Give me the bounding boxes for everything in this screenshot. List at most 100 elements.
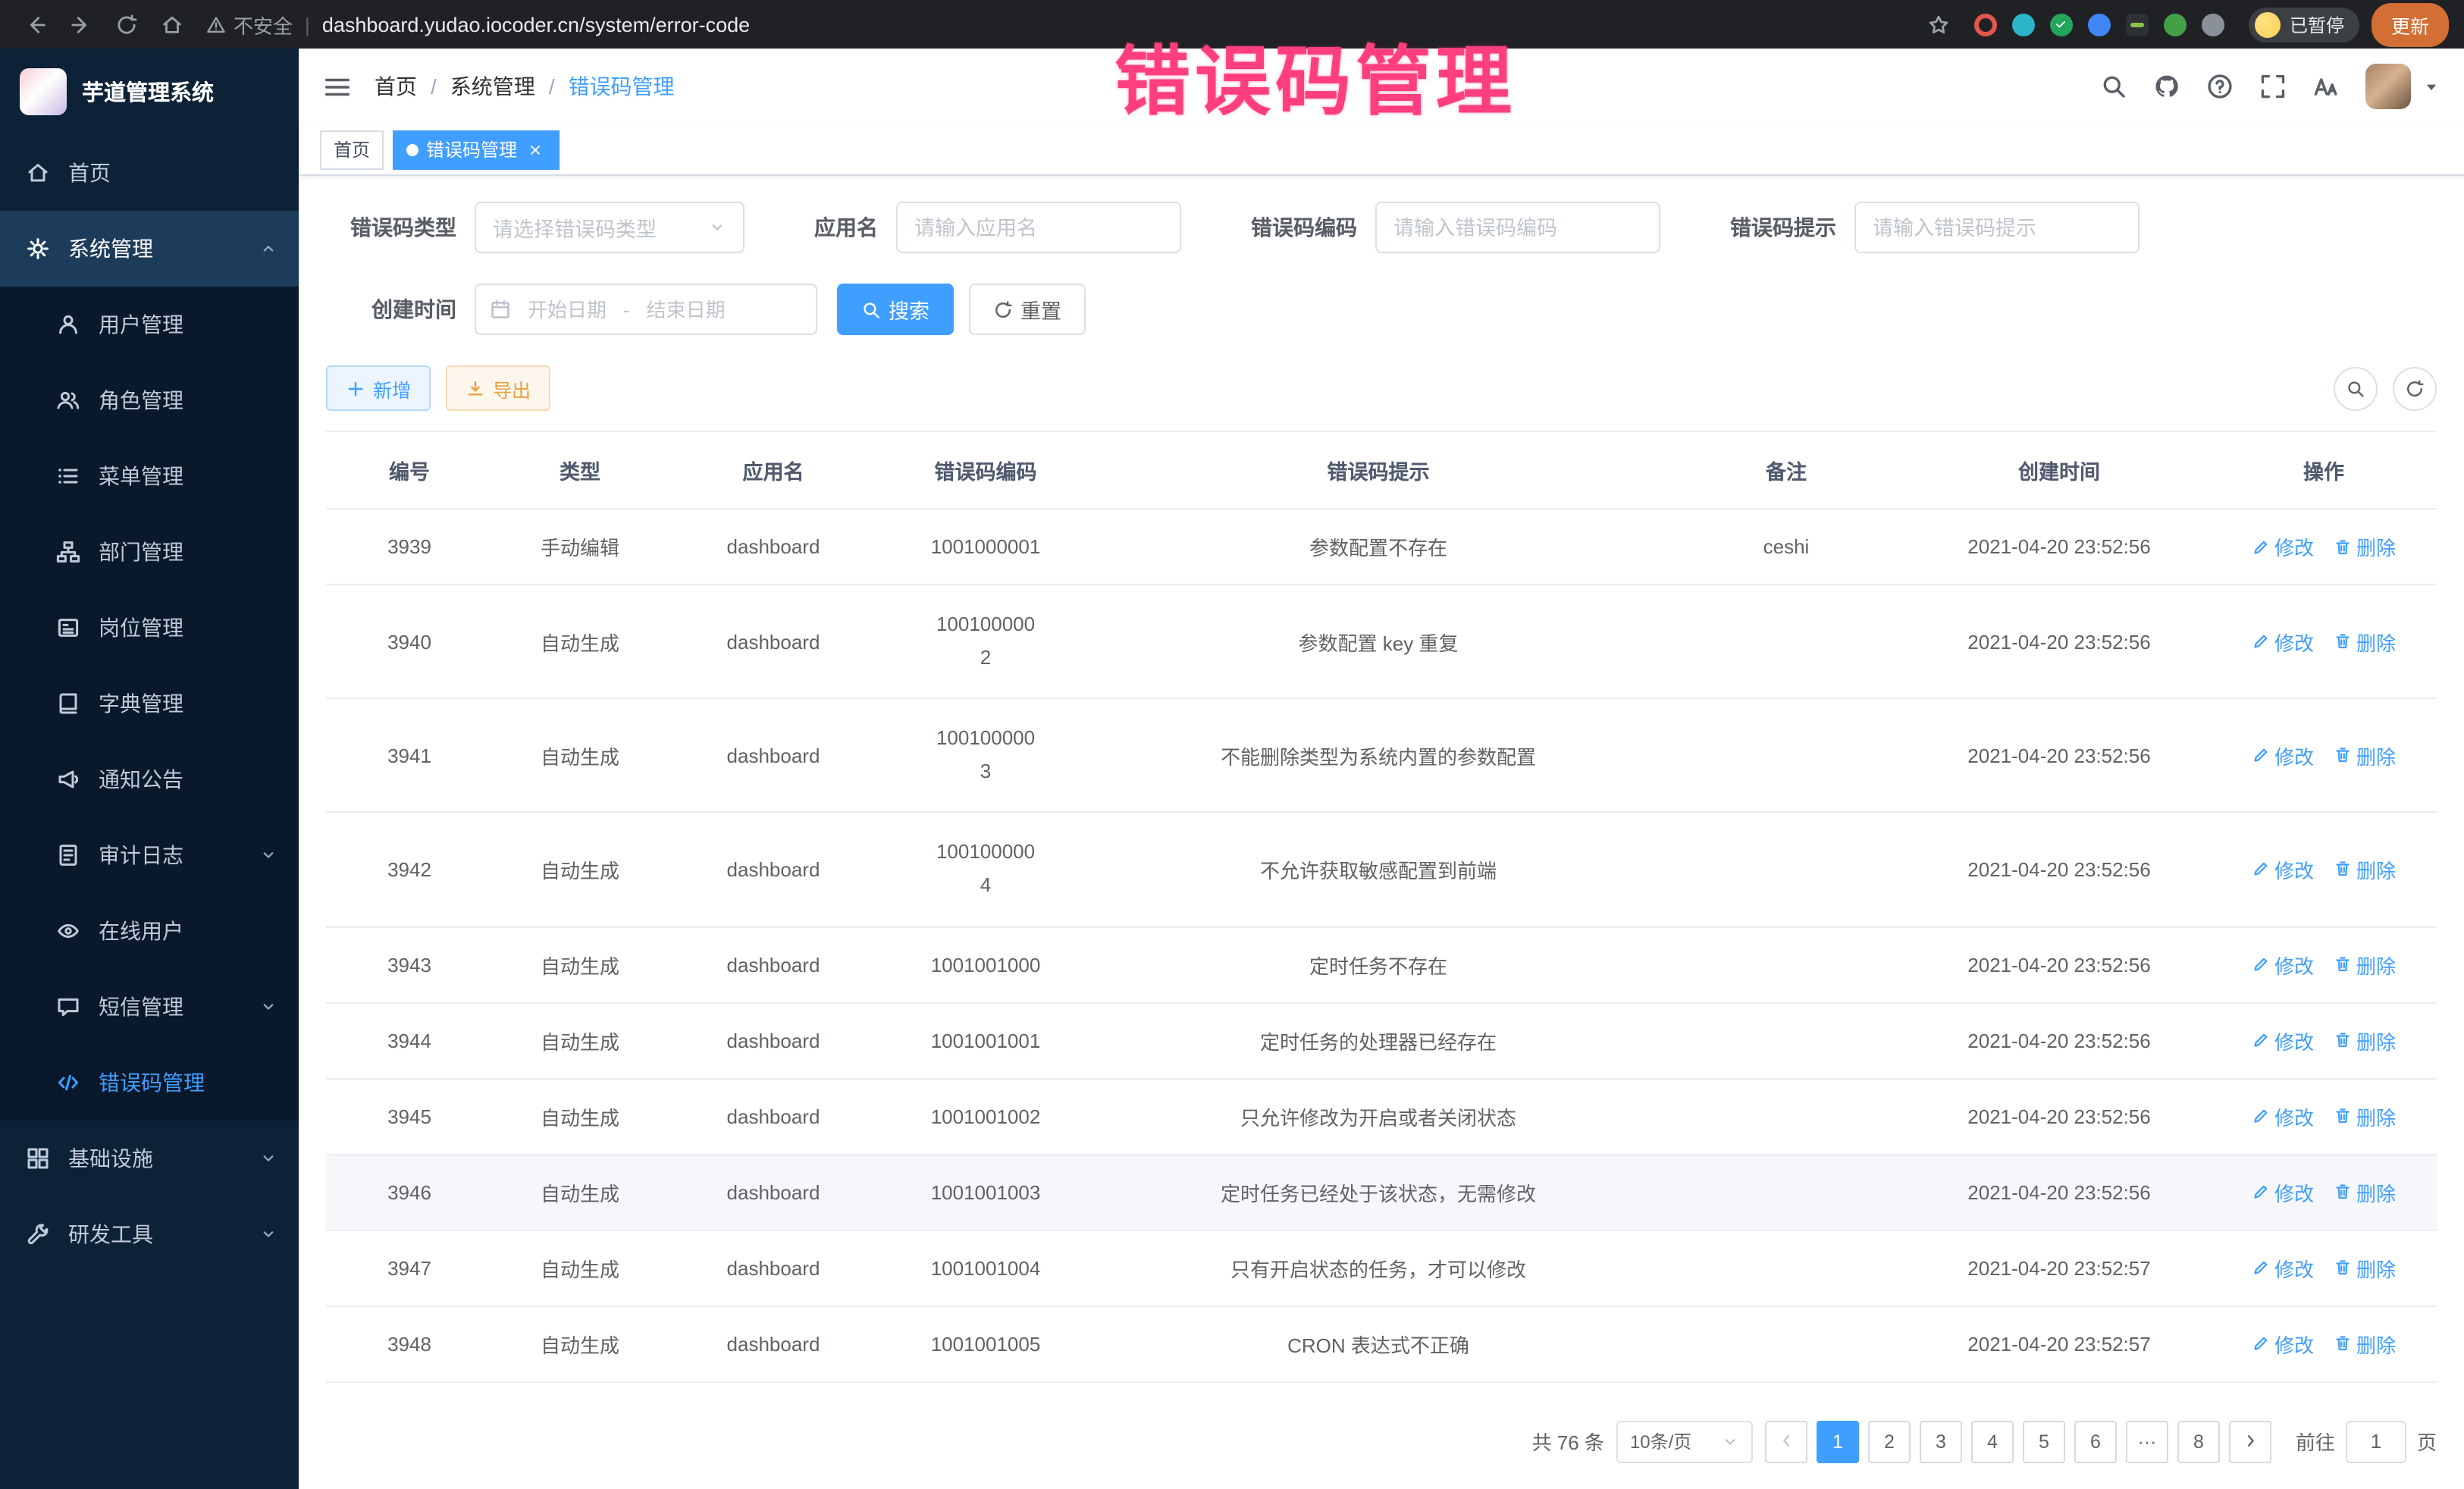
table-tools [2334, 366, 2437, 410]
date-range-picker[interactable]: - [475, 284, 817, 335]
sidebar-item-dept[interactable]: 部门管理 [0, 514, 299, 590]
breadcrumb-home[interactable]: 首页 [375, 71, 417, 102]
prev-page-button[interactable] [1765, 1420, 1807, 1462]
forward-button[interactable] [61, 5, 100, 44]
delete-button[interactable]: 删除 [2334, 855, 2396, 884]
browser-home-button[interactable] [152, 5, 191, 44]
delete-button[interactable]: 删除 [2334, 1102, 2396, 1130]
font-size-icon[interactable] [2312, 73, 2340, 100]
sidebar-item-sms[interactable]: 短信管理 [0, 969, 299, 1045]
close-icon[interactable] [525, 139, 546, 160]
delete-button[interactable]: 删除 [2334, 1329, 2396, 1358]
edit-button[interactable]: 修改 [2252, 1026, 2314, 1055]
toggle-search-button[interactable] [2334, 366, 2378, 410]
next-page-button[interactable] [2229, 1420, 2271, 1462]
delete-button[interactable]: 删除 [2334, 950, 2396, 979]
delete-button[interactable]: 删除 [2334, 627, 2396, 656]
edit-button[interactable]: 修改 [2252, 1177, 2314, 1206]
caret-down-icon[interactable] [2423, 78, 2440, 95]
goto-page-input[interactable] [2346, 1420, 2406, 1462]
extension-record-icon[interactable] [1974, 13, 1997, 36]
sidebar-item-notice[interactable]: 通知公告 [0, 741, 299, 817]
extension-pin-icon[interactable] [2202, 13, 2224, 36]
page-button-2[interactable]: 2 [1868, 1420, 1911, 1462]
fullscreen-icon[interactable] [2259, 73, 2287, 100]
end-date-input[interactable] [638, 298, 735, 321]
delete-button[interactable]: 删除 [2334, 1177, 2396, 1206]
edit-button[interactable]: 修改 [2252, 855, 2314, 884]
error-type-select[interactable]: 请选择错误码类型 [475, 202, 745, 253]
site-security-indicator[interactable]: 不安全 [206, 10, 293, 39]
extension-on-switch-icon[interactable] [2126, 13, 2149, 36]
cell-time: 2021-04-20 23:52:56 [1908, 1002, 2211, 1078]
address-bar[interactable]: 不安全 | dashboard.yudao.iocoder.cn/system/… [206, 5, 1959, 44]
page-button-6[interactable]: 6 [2074, 1420, 2117, 1462]
error-code-input[interactable] [1393, 216, 1642, 239]
help-icon[interactable] [2206, 73, 2234, 100]
sidebar-item-online-user[interactable]: 在线用户 [0, 893, 299, 969]
page-button-5[interactable]: 5 [2023, 1420, 2065, 1462]
page-button-8[interactable]: 8 [2177, 1420, 2220, 1462]
extension-check-icon[interactable] [2050, 13, 2073, 36]
sidebar-item-menu[interactable]: 菜单管理 [0, 438, 299, 514]
tag-item[interactable]: 首页 [320, 130, 384, 169]
edit-button[interactable]: 修改 [2252, 950, 2314, 979]
reset-button[interactable]: 重置 [969, 284, 1086, 335]
column-header-type: 类型 [493, 431, 667, 509]
user-avatar[interactable] [2365, 64, 2411, 109]
error-hint-input[interactable] [1873, 216, 2121, 239]
edit-button[interactable]: 修改 [2252, 1102, 2314, 1130]
reload-button[interactable] [106, 5, 146, 44]
menu-fold-button[interactable] [323, 72, 352, 101]
extension-green-icon[interactable] [2164, 13, 2187, 36]
bookmark-star-icon[interactable] [1920, 5, 1959, 44]
page-button-3[interactable]: 3 [1920, 1420, 1962, 1462]
github-icon[interactable] [2153, 73, 2180, 100]
delete-button[interactable]: 删除 [2334, 532, 2396, 561]
sidebar-item-home[interactable]: 首页 [0, 135, 299, 211]
export-button[interactable]: 导出 [446, 365, 550, 411]
edit-button[interactable]: 修改 [2252, 1253, 2314, 1282]
breadcrumb-separator: / [431, 74, 437, 99]
edit-button[interactable]: 修改 [2252, 532, 2314, 561]
sidebar-item-user[interactable]: 用户管理 [0, 287, 299, 362]
error-type-placeholder: 请选择错误码类型 [493, 212, 657, 243]
sidebar-item-system[interactable]: 系统管理 [0, 211, 299, 287]
edit-button[interactable]: 修改 [2252, 627, 2314, 656]
app-name-input[interactable] [914, 216, 1163, 239]
sidebar-item-post[interactable]: 岗位管理 [0, 590, 299, 666]
sidebar-item-role[interactable]: 角色管理 [0, 362, 299, 438]
start-date-input[interactable] [519, 298, 616, 321]
page-button-1[interactable]: 1 [1817, 1420, 1859, 1462]
refresh-table-button[interactable] [2393, 366, 2437, 410]
back-button[interactable] [15, 5, 55, 44]
delete-button[interactable]: 删除 [2334, 1253, 2396, 1282]
extension-blue-icon[interactable] [2088, 13, 2111, 36]
extension-teal-icon[interactable] [2012, 13, 2035, 36]
table-row: 3939手动编辑dashboard1001000001参数配置不存在ceshi2… [326, 509, 2437, 585]
sidebar-item-audit-log[interactable]: 审计日志 [0, 817, 299, 893]
add-button[interactable]: 新增 [326, 365, 431, 411]
delete-button[interactable]: 删除 [2334, 741, 2396, 770]
tag-active[interactable]: 错误码管理 [393, 130, 560, 169]
doc-edit-icon [56, 843, 83, 867]
breadcrumb-system[interactable]: 系统管理 [450, 71, 535, 102]
sidebar-item-dict[interactable]: 字典管理 [0, 666, 299, 741]
search-button[interactable]: 搜索 [837, 284, 954, 335]
page-button-4[interactable]: 4 [1971, 1420, 2014, 1462]
cell-actions: 修改删除 [2211, 698, 2437, 812]
edit-button[interactable]: 修改 [2252, 1329, 2314, 1358]
sidebar-item-infra[interactable]: 基础设施 [0, 1121, 299, 1196]
edit-button[interactable]: 修改 [2252, 741, 2314, 770]
pager-more-button[interactable]: ··· [2126, 1420, 2168, 1462]
message-icon [56, 995, 83, 1019]
search-icon[interactable] [2100, 73, 2127, 100]
paused-badge[interactable]: 已暂停 [2249, 7, 2359, 42]
sidebar-item-error-code[interactable]: 错误码管理 [0, 1045, 299, 1121]
page-size-select[interactable]: 10条/页 [1616, 1420, 1753, 1462]
delete-button[interactable]: 删除 [2334, 1026, 2396, 1055]
sidebar-item-dev-tool[interactable]: 研发工具 [0, 1196, 299, 1272]
table-row: 3944自动生成dashboard1001001001定时任务的处理器已经存在2… [326, 1002, 2437, 1078]
app-logo[interactable]: 芋道管理系统 [0, 49, 299, 135]
update-button[interactable]: 更新 [2372, 2, 2449, 46]
